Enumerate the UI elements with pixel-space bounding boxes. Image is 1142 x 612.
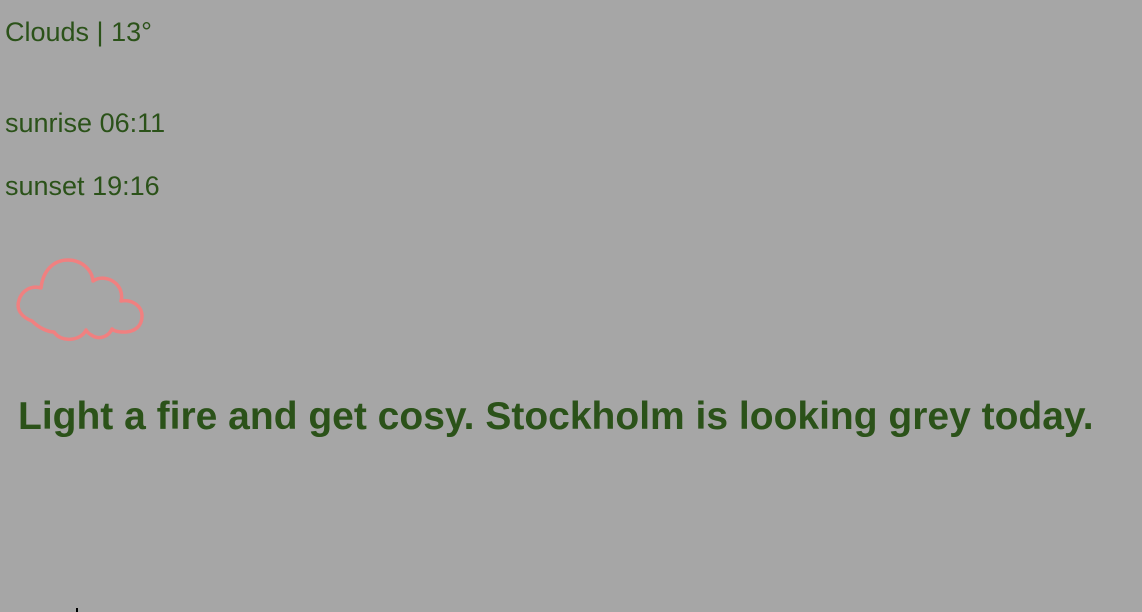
text-cursor-mark: [76, 608, 78, 612]
weather-condition: Clouds: [5, 17, 90, 47]
cloud-icon: [16, 258, 144, 341]
weather-message: Light a fire and get cosy. Stockholm is …: [18, 395, 1094, 438]
sunset-row: sunset 19:16: [5, 170, 160, 202]
sunrise-row: sunrise 06:11: [5, 107, 165, 139]
weather-summary: Clouds | 13°: [5, 16, 152, 48]
summary-separator: |: [89, 17, 112, 47]
sunset-label: sunset: [5, 171, 85, 201]
sunrise-time: 06:11: [99, 108, 166, 138]
cloud-outline: [16, 258, 144, 341]
sunset-time: 19:16: [92, 171, 160, 201]
sunrise-label: sunrise: [5, 108, 93, 138]
temperature: 13°: [111, 17, 152, 47]
